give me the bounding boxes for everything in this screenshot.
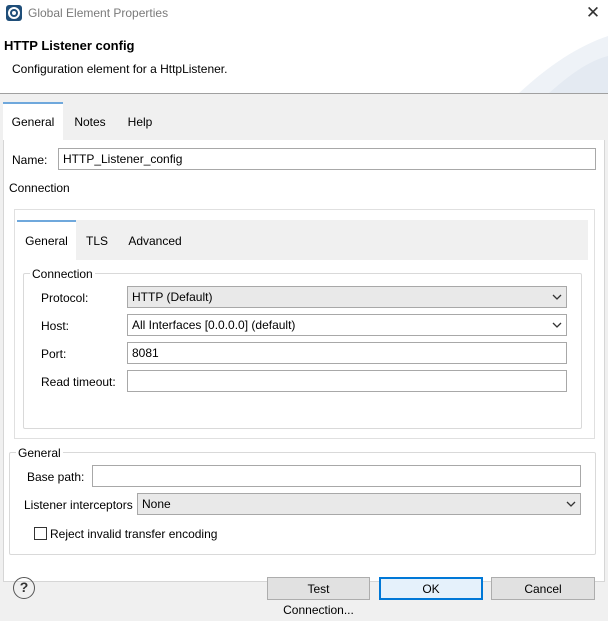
help-icon[interactable]: ? [13,577,35,599]
inner-tab-general[interactable]: General [17,220,76,260]
dialog-title: HTTP Listener config [4,38,135,53]
close-icon[interactable]: ✕ [582,2,604,24]
tab-general[interactable]: General [3,102,63,140]
window-title: Global Element Properties [28,6,169,20]
cancel-button[interactable]: Cancel [491,577,595,600]
port-label: Port: [41,347,67,361]
listener-interceptors-value: None [142,497,171,511]
host-value: All Interfaces [0.0.0.0] (default) [132,318,296,332]
ok-button[interactable]: OK [379,577,483,600]
header-decoration-icon [519,36,608,93]
host-label: Host: [41,319,70,333]
protocol-label: Protocol: [41,291,89,305]
app-icon [6,5,22,21]
listener-interceptors-select[interactable]: None [137,493,581,515]
tab-notes[interactable]: Notes [65,102,115,140]
connection-section-label: Connection [9,181,70,195]
read-timeout-label: Read timeout: [41,375,116,389]
chevron-down-icon [562,494,580,514]
host-combo[interactable]: All Interfaces [0.0.0.0] (default) [127,314,567,336]
protocol-value: HTTP (Default) [132,290,213,304]
reject-invalid-checkbox[interactable] [34,527,47,540]
chevron-down-icon [548,287,566,307]
general-group-title: General [16,446,63,460]
test-connection-button[interactable]: Test Connection... [267,577,370,617]
reject-invalid-label[interactable]: Reject invalid transfer encoding [50,527,217,541]
name-input[interactable]: HTTP_Listener_config [58,148,596,170]
listener-interceptors-label: Listener interceptors [24,498,133,512]
tab-help[interactable]: Help [117,102,163,140]
base-path-input[interactable] [92,465,581,487]
dialog-header: HTTP Listener config Configuration eleme… [0,26,608,94]
read-timeout-input[interactable] [127,370,567,392]
outer-tab-bar: General Notes Help [3,102,605,140]
dialog-description: Configuration element for a HttpListener… [12,62,228,76]
inner-tab-tls[interactable]: TLS [79,220,115,260]
base-path-label: Base path: [27,470,85,484]
protocol-select[interactable]: HTTP (Default) [127,286,567,308]
chevron-down-icon[interactable] [548,315,566,335]
inner-tab-advanced[interactable]: Advanced [120,220,190,260]
name-label: Name: [12,153,48,167]
inner-tab-bar: General TLS Advanced [17,220,588,260]
connection-group-title: Connection [30,267,95,281]
port-input[interactable]: 8081 [127,342,567,364]
